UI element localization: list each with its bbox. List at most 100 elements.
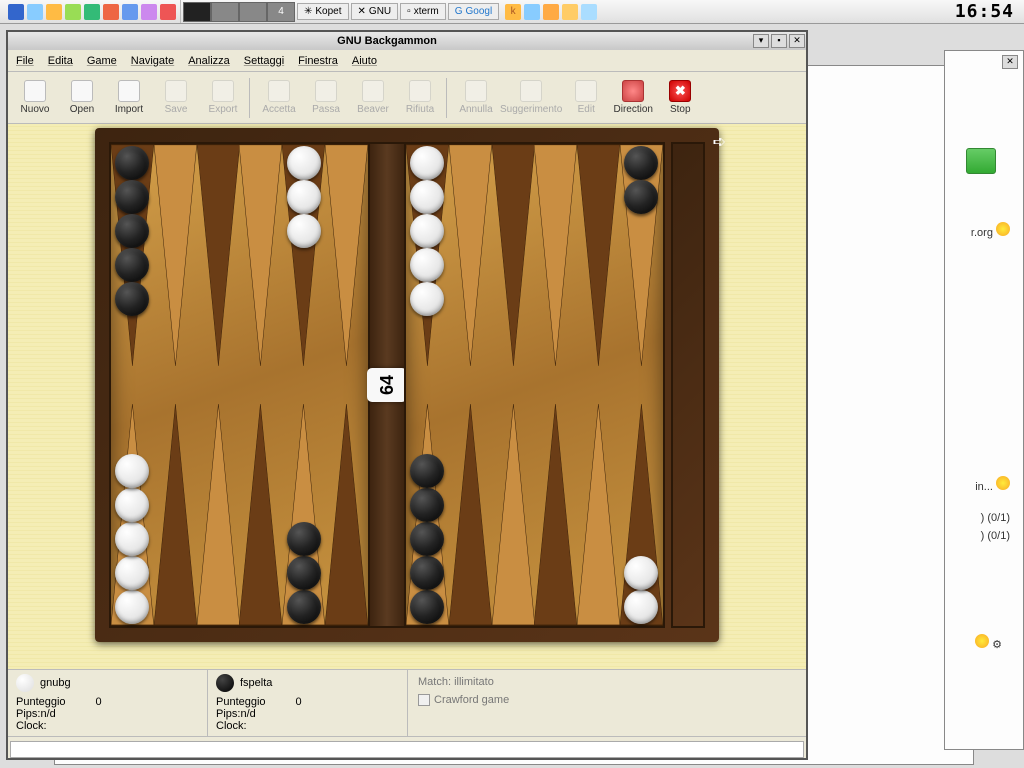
point[interactable] xyxy=(239,144,282,366)
checker[interactable] xyxy=(115,590,149,624)
point[interactable] xyxy=(282,144,325,366)
point[interactable] xyxy=(197,144,240,366)
checker[interactable] xyxy=(410,488,444,522)
tray-icon[interactable] xyxy=(581,4,597,20)
tray-icon[interactable] xyxy=(543,4,559,20)
menu-aiuto[interactable]: Aiuto xyxy=(352,55,377,67)
checker[interactable] xyxy=(624,146,658,180)
checker[interactable] xyxy=(410,282,444,316)
doubling-cube[interactable]: 64 xyxy=(367,368,407,402)
point[interactable] xyxy=(492,144,535,366)
tray-k-icon[interactable]: k xyxy=(505,4,521,20)
bear-off-tray[interactable] xyxy=(671,142,705,628)
checker[interactable] xyxy=(287,214,321,248)
backgammon-board[interactable]: 64 xyxy=(95,128,719,642)
board-right-half[interactable] xyxy=(404,142,665,628)
menu-game[interactable]: Game xyxy=(87,55,117,67)
checker[interactable] xyxy=(410,214,444,248)
checker[interactable] xyxy=(115,214,149,248)
checker[interactable] xyxy=(115,556,149,590)
checker[interactable] xyxy=(115,248,149,282)
point[interactable] xyxy=(111,404,154,626)
point[interactable] xyxy=(325,404,368,626)
task-xterm[interactable]: ▫ xterm xyxy=(400,3,446,20)
tool-direction[interactable]: Direction xyxy=(610,75,656,121)
desktop-pager[interactable]: 4 xyxy=(183,2,295,22)
pager-1[interactable] xyxy=(183,2,211,22)
point[interactable] xyxy=(449,404,492,626)
close-icon[interactable]: ✕ xyxy=(789,34,805,48)
point[interactable] xyxy=(239,404,282,626)
task-kopete[interactable]: ✳ Kopet xyxy=(297,3,349,20)
tool-nuovo[interactable]: Nuovo xyxy=(12,75,58,121)
titlebar[interactable]: GNU Backgammon ▾ ▪ ✕ xyxy=(8,32,806,50)
point[interactable] xyxy=(620,404,663,626)
checker[interactable] xyxy=(287,590,321,624)
home-icon[interactable] xyxy=(103,4,119,20)
k-menu-icon[interactable] xyxy=(8,4,24,20)
point[interactable] xyxy=(154,144,197,366)
point[interactable] xyxy=(449,144,492,366)
checker[interactable] xyxy=(115,488,149,522)
point[interactable] xyxy=(620,144,663,366)
checker[interactable] xyxy=(410,556,444,590)
checker[interactable] xyxy=(410,146,444,180)
task-google[interactable]: G Googl xyxy=(448,3,499,20)
checker[interactable] xyxy=(115,522,149,556)
tray-icon[interactable] xyxy=(27,4,43,20)
checker[interactable] xyxy=(287,180,321,214)
menu-finestra[interactable]: Finestra xyxy=(298,55,338,67)
tray-icon[interactable] xyxy=(141,4,157,20)
checker[interactable] xyxy=(410,180,444,214)
tray-icon[interactable] xyxy=(65,4,81,20)
board-left-half[interactable] xyxy=(109,142,370,628)
tray-icon[interactable] xyxy=(122,4,138,20)
checker[interactable] xyxy=(115,146,149,180)
checker[interactable] xyxy=(115,180,149,214)
point[interactable] xyxy=(577,144,620,366)
command-input[interactable] xyxy=(10,741,804,758)
checker[interactable] xyxy=(287,522,321,556)
task-gnu[interactable]: ✕ GNU xyxy=(351,3,399,20)
menu-analizza[interactable]: Analizza xyxy=(188,55,230,67)
tray-icon[interactable] xyxy=(160,4,176,20)
point[interactable] xyxy=(282,404,325,626)
point[interactable] xyxy=(197,404,240,626)
checker[interactable] xyxy=(287,556,321,590)
tray-icon[interactable] xyxy=(46,4,62,20)
tool-import[interactable]: Import xyxy=(106,75,152,121)
minimize-icon[interactable]: ▾ xyxy=(753,34,769,48)
menu-edita[interactable]: Edita xyxy=(48,55,73,67)
checker[interactable] xyxy=(624,556,658,590)
tray-icon[interactable] xyxy=(84,4,100,20)
taskbar-clock[interactable]: 16:54 xyxy=(955,1,1020,22)
pager-4[interactable]: 4 xyxy=(267,2,295,22)
tool-stop[interactable]: ✖Stop xyxy=(657,75,703,121)
tray-icon[interactable] xyxy=(524,4,540,20)
point[interactable] xyxy=(534,144,577,366)
checker[interactable] xyxy=(410,590,444,624)
pager-3[interactable] xyxy=(239,2,267,22)
point[interactable] xyxy=(492,404,535,626)
checker[interactable] xyxy=(115,282,149,316)
point[interactable] xyxy=(577,404,620,626)
point[interactable] xyxy=(406,404,449,626)
checker[interactable] xyxy=(410,522,444,556)
tray-icon[interactable] xyxy=(562,4,578,20)
menu-settaggi[interactable]: Settaggi xyxy=(244,55,284,67)
menu-navigate[interactable]: Navigate xyxy=(131,55,174,67)
pager-2[interactable] xyxy=(211,2,239,22)
checker[interactable] xyxy=(287,146,321,180)
point[interactable] xyxy=(111,144,154,366)
checker[interactable] xyxy=(410,454,444,488)
checker[interactable] xyxy=(115,454,149,488)
board-bar[interactable]: 64 xyxy=(370,142,404,628)
point[interactable] xyxy=(154,404,197,626)
checker[interactable] xyxy=(624,180,658,214)
point[interactable] xyxy=(406,144,449,366)
point[interactable] xyxy=(325,144,368,366)
menu-file[interactable]: File xyxy=(16,55,34,67)
close-icon[interactable]: ✕ xyxy=(1002,55,1018,69)
checker[interactable] xyxy=(410,248,444,282)
maximize-icon[interactable]: ▪ xyxy=(771,34,787,48)
